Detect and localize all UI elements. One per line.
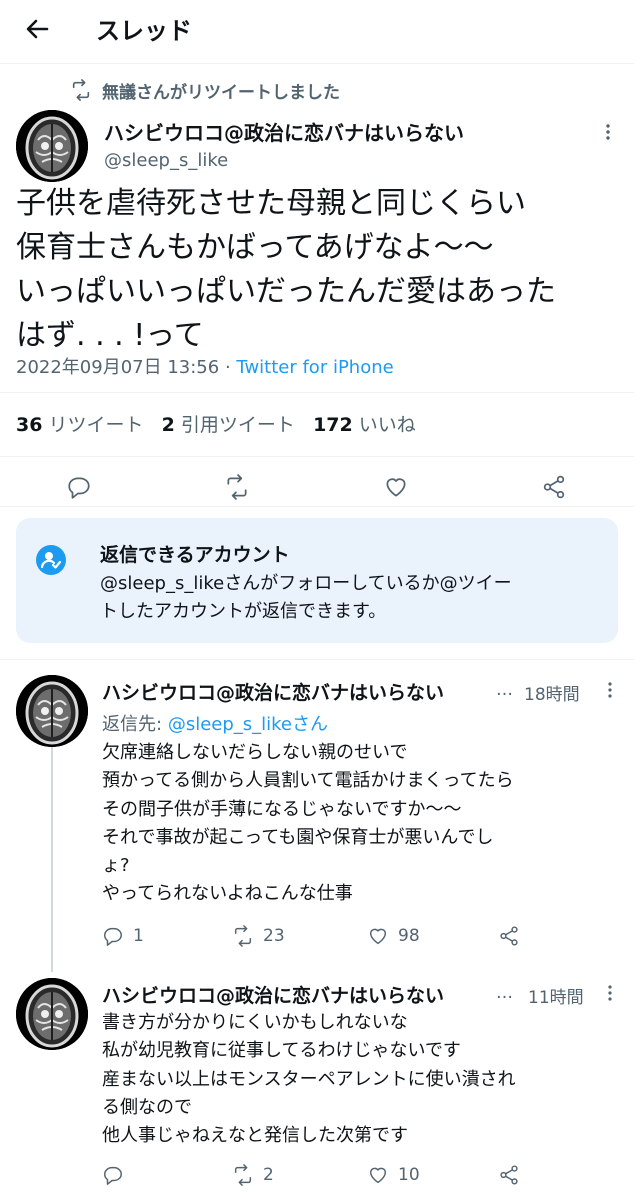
reply-button[interactable] bbox=[102, 1164, 133, 1186]
retweet-count: 2 bbox=[263, 1165, 274, 1185]
page-title: スレッド bbox=[96, 17, 192, 45]
author-name[interactable]: ハシビウロコ@政治に恋バナはいらない bbox=[104, 117, 464, 146]
reply-icon[interactable] bbox=[66, 474, 92, 500]
reply-count: 1 bbox=[133, 926, 144, 946]
restriction-text: @sleep_s_likeさんがフォローしているか@ツイー トしたアカウントが返… bbox=[100, 573, 512, 622]
divider bbox=[0, 392, 634, 393]
retweet-button[interactable]: 2 bbox=[232, 1164, 274, 1186]
back-arrow-icon[interactable] bbox=[22, 14, 52, 44]
retweet-button[interactable]: 23 bbox=[232, 925, 285, 947]
retweet-icon bbox=[234, 925, 252, 947]
more-vertical-icon[interactable] bbox=[600, 983, 620, 1003]
reply-text: 欠席連絡しないだらしない親のせいで 預かってる側から人員割いて電話かけまくってた… bbox=[102, 742, 514, 905]
divider bbox=[0, 506, 634, 507]
tweet-source[interactable]: Twitter for iPhone bbox=[236, 357, 393, 378]
retweet-notice-label: 無議さんがリツイートしました bbox=[102, 82, 340, 103]
reply-to-mention[interactable]: @sleep_s_likeさん bbox=[168, 714, 328, 735]
name-ellipsis: … bbox=[496, 680, 513, 700]
reply-button[interactable]: 1 bbox=[102, 925, 144, 947]
share-button[interactable] bbox=[498, 925, 529, 947]
more-vertical-icon[interactable] bbox=[598, 122, 618, 142]
reply-author-name[interactable]: ハシビウロコ@政治に恋バナはいらない bbox=[102, 678, 444, 705]
user-check-icon bbox=[36, 545, 66, 575]
avatar[interactable] bbox=[16, 675, 88, 747]
reply-timestamp[interactable]: 11時間 bbox=[528, 983, 584, 1008]
retweet-stat[interactable]: 36 リツイート bbox=[16, 414, 144, 436]
share-icon bbox=[500, 926, 518, 946]
like-count: 10 bbox=[398, 1165, 420, 1185]
retweet-count: 23 bbox=[263, 926, 285, 946]
like-count: 98 bbox=[398, 926, 420, 946]
avatar[interactable] bbox=[16, 978, 88, 1050]
meta-separator: · bbox=[224, 357, 231, 378]
like-button[interactable]: 10 bbox=[367, 1164, 420, 1186]
heart-icon bbox=[369, 928, 387, 945]
heart-icon bbox=[369, 1167, 387, 1184]
retweet-icon[interactable] bbox=[224, 474, 250, 500]
author-handle[interactable]: @sleep_s_like bbox=[104, 150, 228, 171]
top-bar: スレッド bbox=[0, 0, 634, 64]
retweet-icon bbox=[70, 79, 92, 101]
reply-timestamp[interactable]: 18時間 bbox=[524, 680, 580, 705]
thread-connector-line bbox=[51, 747, 53, 972]
quote-stat[interactable]: 2 引用ツイート bbox=[162, 414, 295, 436]
restriction-title: 返信できるアカウント bbox=[100, 544, 290, 566]
share-icon bbox=[500, 1165, 518, 1185]
like-button[interactable]: 98 bbox=[367, 925, 420, 947]
divider bbox=[0, 659, 634, 660]
share-button[interactable] bbox=[498, 1164, 529, 1186]
share-icon[interactable] bbox=[541, 474, 567, 500]
retweet-icon bbox=[234, 1164, 252, 1186]
like-stat[interactable]: 172 いいね bbox=[313, 414, 416, 436]
divider bbox=[0, 456, 634, 457]
avatar[interactable] bbox=[16, 110, 88, 182]
reply-icon bbox=[104, 927, 122, 946]
retweet-notice[interactable]: 無議さんがリツイートしました bbox=[70, 78, 340, 103]
reply-to-label: 返信先: bbox=[102, 714, 163, 735]
tweet-text: 子供を虐待死させた母親と同じくらい 保育士さんもかばってあげなよ〜〜 いっぱいい… bbox=[16, 186, 556, 353]
tweet-stats: 36 リツイート 2 引用ツイート 172 いいね bbox=[16, 410, 416, 437]
reply-author-name[interactable]: ハシビウロコ@政治に恋バナはいらない bbox=[102, 981, 444, 1008]
reply-icon bbox=[104, 1166, 122, 1185]
reply-text: 書き方が分かりにくいかもしれないな 私が幼児教育に従事してるわけじゃないです 産… bbox=[102, 1012, 516, 1147]
reply-to-line: 返信先: @sleep_s_likeさん bbox=[102, 710, 328, 736]
name-ellipsis: … bbox=[496, 983, 513, 1003]
tweet-metadata: 2022年09月07日 13:56 · Twitter for iPhone bbox=[16, 353, 394, 379]
reply-restriction-notice: 返信できるアカウント @sleep_s_likeさんがフォローしているか@ツイー… bbox=[16, 518, 618, 643]
tweet-datetime[interactable]: 2022年09月07日 13:56 bbox=[16, 357, 219, 378]
more-vertical-icon[interactable] bbox=[600, 680, 620, 700]
heart-icon[interactable] bbox=[383, 474, 409, 500]
